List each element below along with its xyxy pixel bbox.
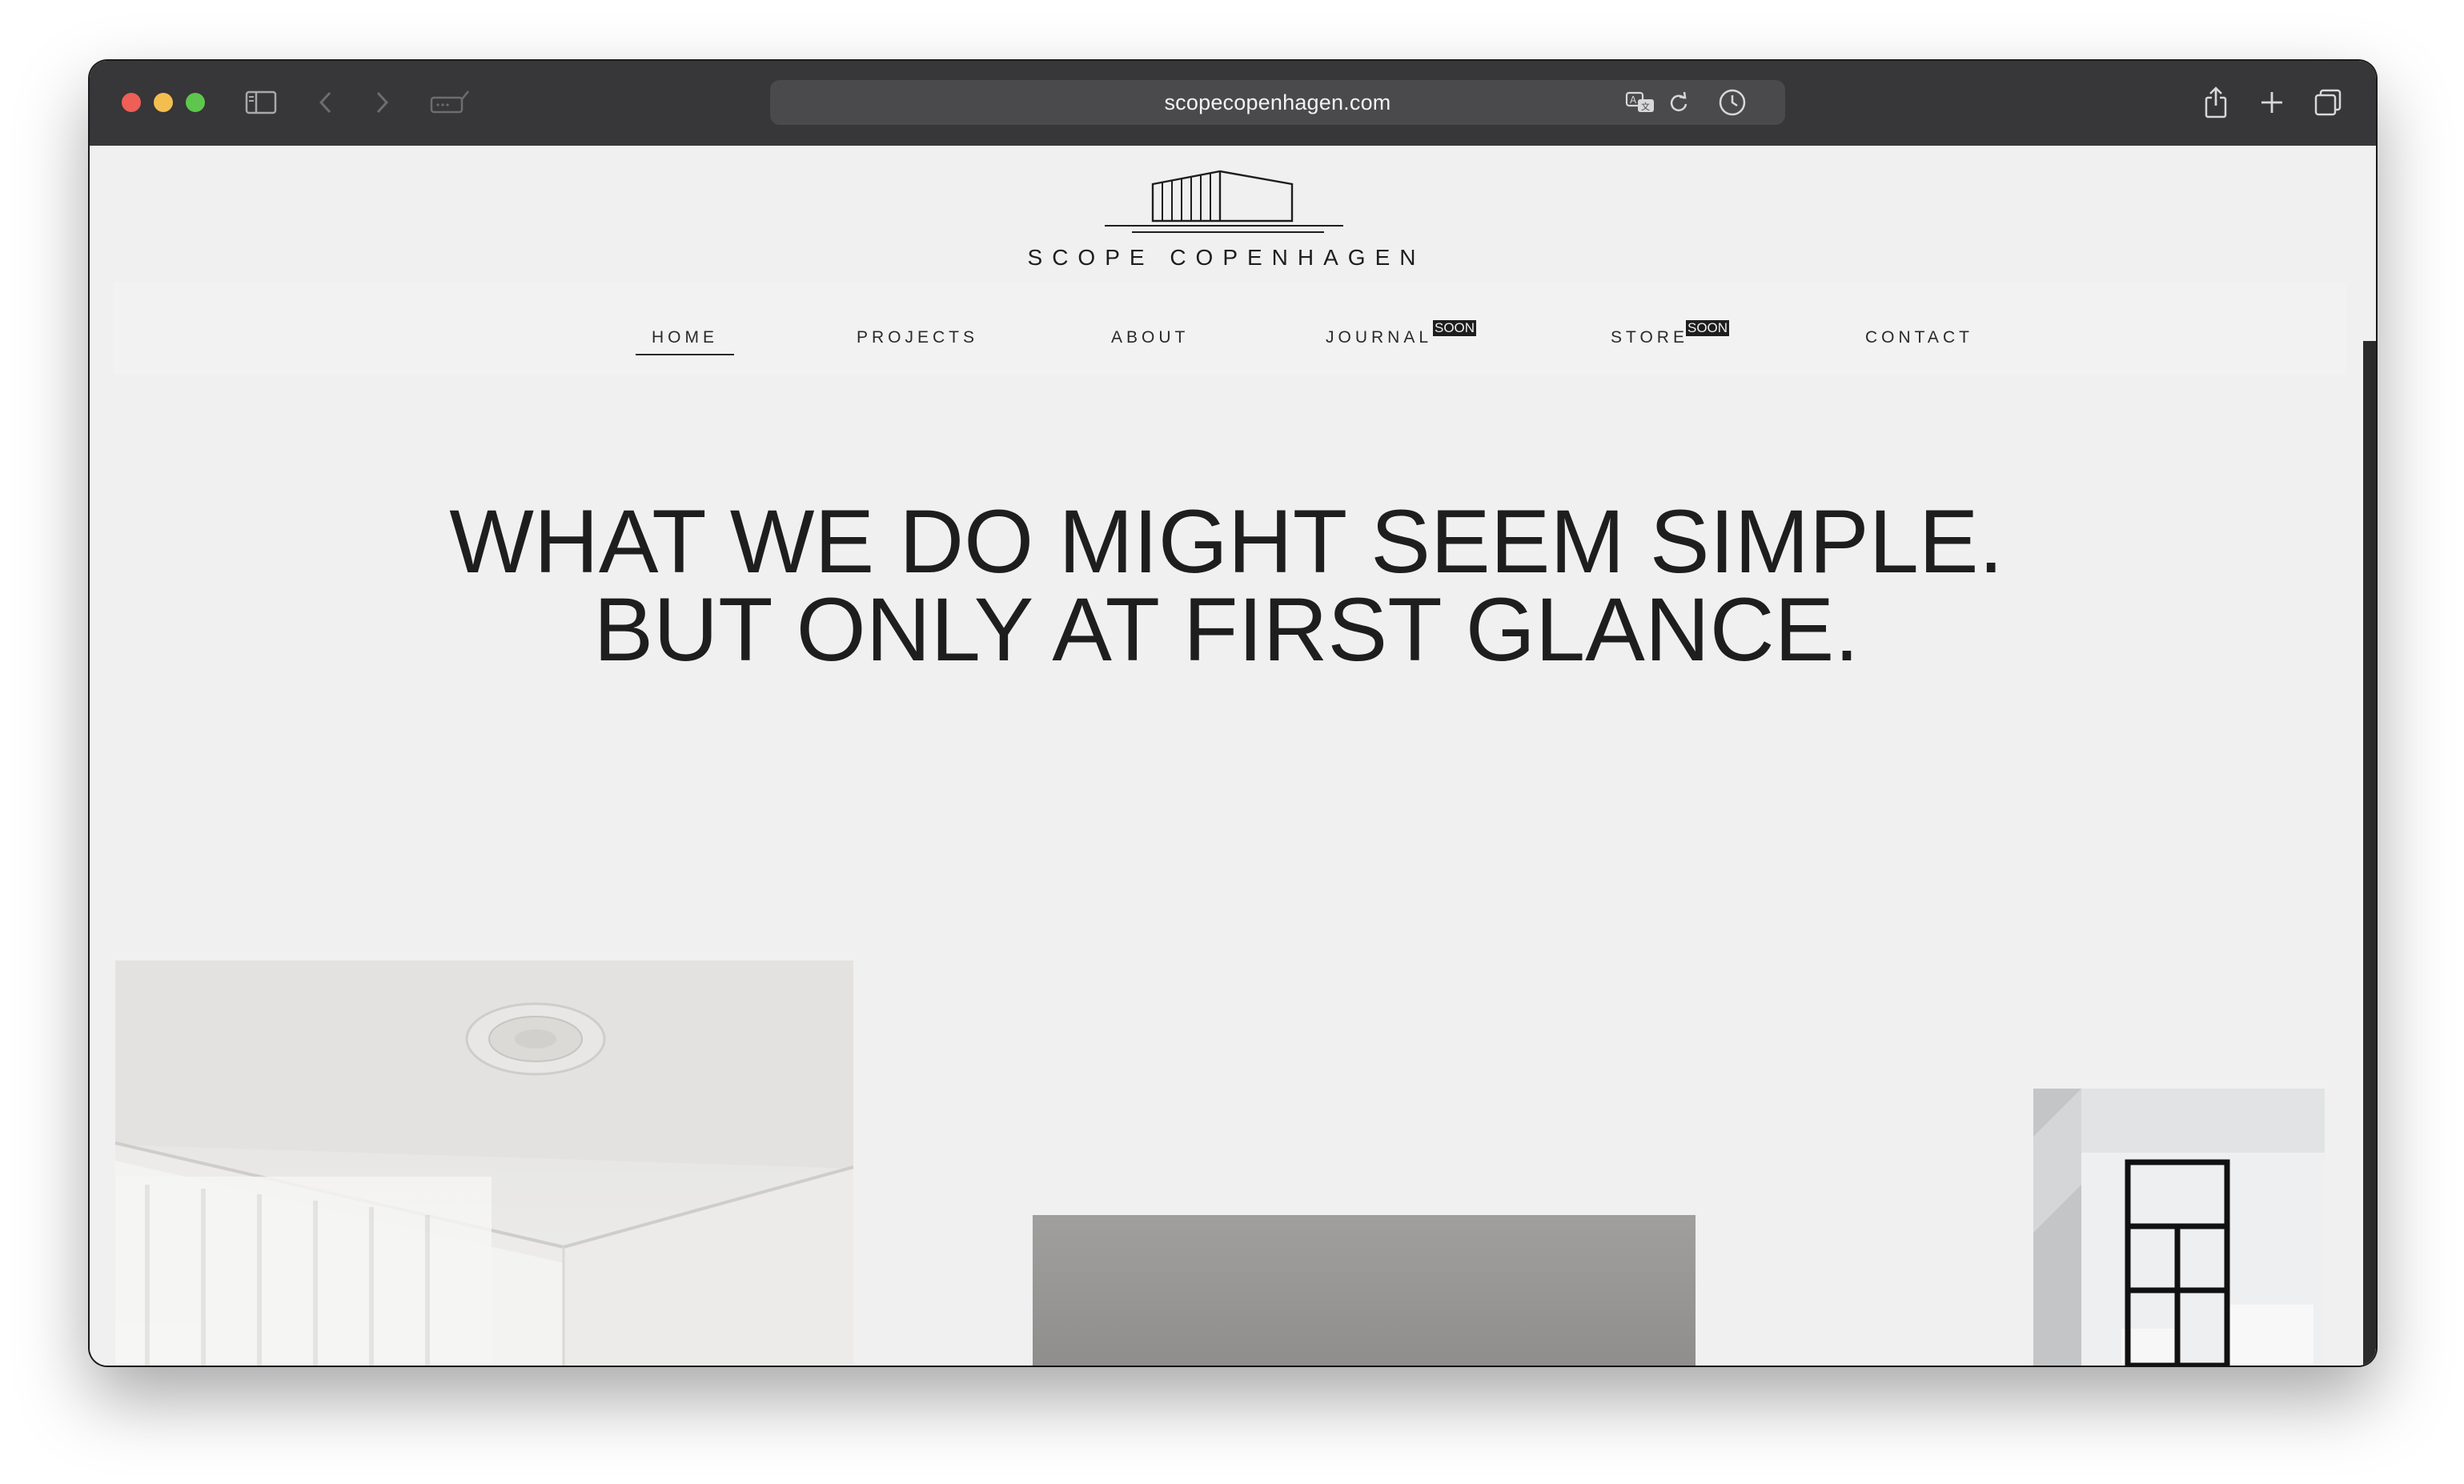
- nav-journal[interactable]: JOURNAL: [1326, 328, 1432, 347]
- svg-text:A: A: [1630, 94, 1637, 106]
- sidebar-toggle-icon[interactable]: [243, 83, 279, 122]
- reader-toolbar-icon[interactable]: [429, 83, 471, 122]
- translate-icon[interactable]: A文: [1623, 83, 1659, 122]
- minimize-window-button[interactable]: [154, 93, 173, 112]
- forward-arrow-icon[interactable]: [370, 83, 394, 122]
- nav-projects[interactable]: PROJECTS: [857, 328, 978, 347]
- back-arrow-icon[interactable]: [314, 83, 338, 122]
- address-bar[interactable]: scopecopenhagen.com A文: [770, 80, 1785, 125]
- nav-store[interactable]: STORE: [1611, 328, 1688, 347]
- journal-soon-badge: SOON: [1433, 320, 1477, 336]
- close-window-button[interactable]: [122, 93, 141, 112]
- nav-contact[interactable]: CONTACT: [1865, 328, 1973, 347]
- zoom-window-button[interactable]: [186, 93, 205, 112]
- hero-headline: WHAT WE DO MIGHT SEEM SIMPLE. BUT ONLY A…: [90, 491, 2363, 680]
- hero-line-2: BUT ONLY AT FIRST GLANCE.: [593, 580, 1860, 680]
- scope-copenhagen-logo-icon[interactable]: [1100, 160, 1348, 240]
- brand-name[interactable]: SCOPE COPENHAGEN: [90, 245, 2363, 271]
- project-image-room-ceiling[interactable]: [115, 961, 853, 1366]
- nav-about[interactable]: ABOUT: [1111, 328, 1189, 347]
- browser-window: scopecopenhagen.com A文 SCOPE COPENHAGEN …: [90, 61, 2376, 1366]
- share-icon[interactable]: [2200, 83, 2232, 122]
- project-image-grey-interior[interactable]: [1033, 1215, 1696, 1366]
- history-clock-icon[interactable]: [1715, 83, 1750, 122]
- web-page: SCOPE COPENHAGEN HOME PROJECTS ABOUT JOU…: [90, 146, 2376, 1366]
- project-image-glass-door-room[interactable]: [2033, 1089, 2325, 1366]
- hero-line-1: WHAT WE DO MIGHT SEEM SIMPLE.: [449, 491, 2004, 592]
- scrollbar-thumb[interactable]: [2363, 341, 2376, 1366]
- new-tab-plus-icon[interactable]: [2256, 83, 2288, 122]
- reload-icon[interactable]: [1665, 83, 1692, 122]
- store-soon-badge: SOON: [1686, 320, 1730, 336]
- main-navigation: HOME PROJECTS ABOUT JOURNAL SOON STORE S…: [114, 282, 2347, 375]
- tab-overview-icon[interactable]: [2312, 83, 2344, 122]
- browser-toolbar: scopecopenhagen.com A文: [90, 61, 2376, 146]
- svg-text:文: 文: [1641, 101, 1650, 112]
- nav-home[interactable]: HOME: [636, 328, 734, 355]
